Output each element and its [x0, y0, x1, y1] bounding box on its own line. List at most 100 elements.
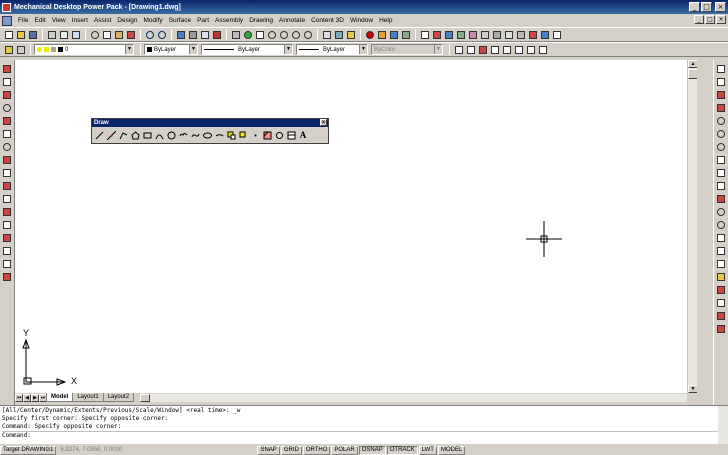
extend-icon[interactable] — [2, 207, 12, 217]
extrude-icon[interactable] — [443, 29, 454, 40]
doc-restore-button[interactable]: □ — [705, 15, 715, 24]
copy-icon[interactable] — [101, 29, 112, 40]
sketch-icon[interactable] — [419, 29, 430, 40]
document-icon[interactable] — [2, 15, 12, 26]
break-icon[interactable] — [2, 220, 12, 230]
zoom-realtime-icon[interactable] — [266, 29, 277, 40]
menu-edit[interactable]: Edit — [31, 17, 48, 24]
ortho-toggle[interactable]: ORTHO — [302, 445, 331, 455]
polar-toggle[interactable]: POLAR — [331, 445, 358, 455]
chamfer-2d-icon[interactable] — [2, 246, 12, 256]
revision-cloud-icon[interactable] — [178, 130, 188, 140]
snap-intersection-icon[interactable] — [716, 90, 726, 100]
help-icon[interactable] — [364, 29, 375, 40]
inquiry-icon[interactable] — [211, 29, 222, 40]
coordinate-readout[interactable]: 6.8374, 7.0858, 0.0000 — [57, 447, 257, 453]
stretch-icon[interactable] — [2, 168, 12, 178]
menu-insert[interactable]: Insert — [69, 17, 91, 24]
ellipse-icon[interactable] — [202, 130, 212, 140]
revolve-icon[interactable] — [455, 29, 466, 40]
linetype-dropdown[interactable]: ByLayer ▼ — [201, 44, 293, 55]
chevron-down-icon[interactable]: ▼ — [125, 45, 133, 54]
named-views-icon[interactable] — [230, 29, 241, 40]
ellipse-arc-icon[interactable] — [214, 130, 224, 140]
lengthen-icon[interactable] — [2, 181, 12, 191]
zoom-previous-icon[interactable] — [290, 29, 301, 40]
tab-model[interactable]: Model — [46, 393, 74, 402]
menu-view[interactable]: View — [49, 17, 69, 24]
array-icon[interactable] — [2, 116, 12, 126]
command-window[interactable]: [All/Center/Dynamic/Extents/Previous/Sca… — [0, 405, 728, 444]
trim-icon[interactable] — [2, 194, 12, 204]
menu-surface[interactable]: Surface — [166, 17, 194, 24]
drawing-area[interactable]: Y X — [15, 60, 687, 393]
fillet-icon[interactable] — [479, 29, 490, 40]
tab-layout2[interactable]: Layout2 — [102, 393, 135, 402]
3d-orbit-icon[interactable] — [242, 29, 253, 40]
dim-continue-icon[interactable] — [716, 272, 726, 282]
explode-icon[interactable] — [2, 272, 12, 282]
chevron-down-icon[interactable]: ▼ — [284, 45, 292, 54]
chamfer-icon[interactable] — [491, 29, 502, 40]
snap-parallel-icon[interactable] — [716, 181, 726, 191]
text-icon[interactable]: A — [298, 130, 308, 140]
snap-apparent-icon[interactable] — [716, 103, 726, 113]
scroll-thumb[interactable] — [140, 393, 151, 402]
redo-icon[interactable] — [156, 29, 167, 40]
menu-assembly[interactable]: Assembly — [212, 17, 246, 24]
shell-icon[interactable] — [515, 29, 526, 40]
tab-prev-icon[interactable]: ◀ — [23, 393, 31, 402]
properties-icon[interactable] — [321, 29, 332, 40]
part-icon[interactable] — [376, 29, 387, 40]
menu-content-3d[interactable]: Content 3D — [308, 17, 347, 24]
design-center-icon[interactable] — [333, 29, 344, 40]
draw-toolbar-title[interactable]: Draw × — [92, 119, 328, 127]
tolerance-icon[interactable] — [525, 44, 536, 55]
paste-icon[interactable] — [113, 29, 124, 40]
menu-window[interactable]: Window — [347, 17, 376, 24]
circle-icon[interactable] — [166, 130, 176, 140]
join-icon[interactable] — [2, 233, 12, 243]
point-icon[interactable] — [250, 130, 260, 140]
split-icon[interactable] — [551, 29, 562, 40]
draw-toolbar-close-button[interactable]: × — [320, 119, 327, 126]
draw-toolbar[interactable]: Draw × A — [91, 118, 329, 144]
snap-insert-icon[interactable] — [716, 194, 726, 204]
construction-line-icon[interactable] — [106, 130, 116, 140]
snap-quadrant-icon[interactable] — [716, 142, 726, 152]
new-icon[interactable] — [3, 29, 14, 40]
menu-file[interactable]: File — [15, 17, 31, 24]
mirror-feature-icon[interactable] — [539, 29, 550, 40]
command-prompt[interactable]: Command: — [2, 431, 726, 439]
spline-icon[interactable] — [190, 130, 200, 140]
open-icon[interactable] — [15, 29, 26, 40]
polyline-icon[interactable] — [118, 130, 128, 140]
dim-diameter-icon[interactable] — [716, 285, 726, 295]
vertical-scrollbar[interactable]: ▲ ▼ — [687, 60, 698, 393]
snap-node-icon[interactable] — [716, 207, 726, 217]
chevron-down-icon[interactable]: ▼ — [189, 45, 197, 54]
find-icon[interactable] — [70, 29, 81, 40]
preview-icon[interactable] — [58, 29, 69, 40]
copy-object-icon[interactable] — [2, 77, 12, 87]
mirror-icon[interactable] — [2, 90, 12, 100]
chevron-down-icon[interactable]: ▼ — [359, 45, 367, 54]
tab-first-icon[interactable]: ⏮ — [15, 393, 23, 402]
hyperlink-icon[interactable] — [175, 29, 186, 40]
dim-baseline-icon[interactable] — [716, 259, 726, 269]
dim-style-icon[interactable] — [716, 311, 726, 321]
minimize-button[interactable]: _ — [689, 2, 700, 12]
ucs-icon[interactable] — [199, 29, 210, 40]
snap-none-icon[interactable] — [716, 233, 726, 243]
erase-icon[interactable] — [2, 64, 12, 74]
save-icon[interactable] — [27, 29, 38, 40]
undo-icon[interactable] — [144, 29, 155, 40]
tab-next-icon[interactable]: ▶ — [31, 393, 39, 402]
make-block-icon[interactable] — [238, 130, 248, 140]
menu-design[interactable]: Design — [114, 17, 140, 24]
menu-help[interactable]: Help — [376, 17, 395, 24]
arc-icon[interactable] — [154, 130, 164, 140]
leader-icon[interactable] — [513, 44, 524, 55]
snap-midpoint-icon[interactable] — [716, 77, 726, 87]
close-button[interactable]: × — [715, 2, 726, 12]
